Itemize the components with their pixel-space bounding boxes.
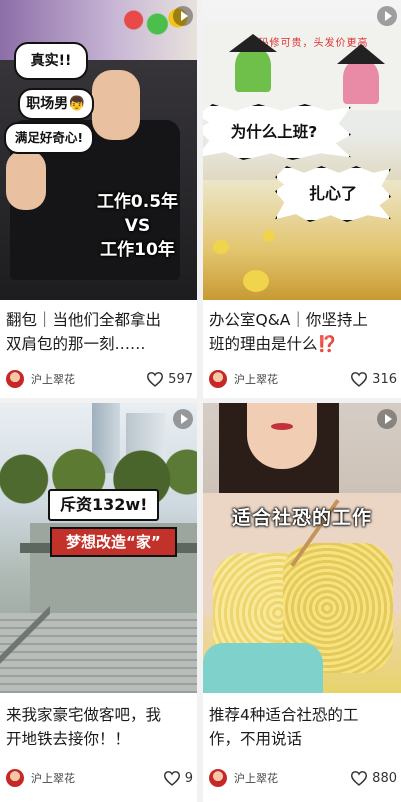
card-thumbnail[interactable]: 真实!! 职场男👦 满足好奇心! 工作0.5年 VS 工作10年	[0, 0, 197, 300]
witch-illustration	[229, 34, 277, 92]
thumbnail-tag: 真实!!	[14, 42, 88, 80]
thumbnail-caption: 适合社恐的工作	[231, 507, 372, 529]
heart-outline-icon	[351, 372, 368, 387]
thumbnail-question-bubble: 为什么上班?	[203, 104, 351, 160]
like-count: 316	[372, 371, 397, 387]
like-count: 9	[184, 770, 193, 786]
feed-card[interactable]: 适合社恐的工作 推荐4种适合社恐的工 作，不用说话 沪上翠花 880	[203, 403, 401, 802]
thumbnail-tag: 职场男👦	[18, 88, 94, 120]
author-name[interactable]: 沪上翠花	[234, 770, 350, 786]
like-count: 597	[168, 371, 193, 387]
feed-card[interactable]: 斥资132w! 梦想改造“家” 来我家豪宅做客吧，我 开地铁去接你！！ 沪上翠花…	[0, 403, 197, 802]
play-icon	[377, 409, 397, 429]
card-meta: 沪上翠花 9	[6, 767, 193, 789]
avatar[interactable]	[6, 370, 24, 388]
author-name[interactable]: 沪上翠花	[31, 770, 163, 786]
witch-illustration	[337, 44, 385, 104]
play-icon	[173, 6, 193, 26]
card-meta: 沪上翠花 316	[209, 368, 397, 390]
heart-outline-icon	[147, 372, 164, 387]
like-button[interactable]: 9	[163, 770, 193, 786]
card-thumbnail[interactable]: 代码修可贵，头发价更高 为什么上班? 扎心了	[203, 0, 401, 300]
feed-card[interactable]: 代码修可贵，头发价更高 为什么上班? 扎心了 办公室Q&A｜你坚持上 班的理由是…	[203, 0, 401, 398]
play-icon	[173, 409, 193, 429]
like-count: 880	[372, 770, 397, 786]
avatar[interactable]	[209, 769, 227, 787]
like-button[interactable]: 597	[146, 371, 193, 387]
card-meta: 沪上翠花 597	[6, 368, 193, 390]
author-name[interactable]: 沪上翠花	[234, 371, 350, 387]
heart-outline-icon	[163, 771, 180, 786]
avatar[interactable]	[209, 370, 227, 388]
card-title[interactable]: 推荐4种适合社恐的工 作，不用说话	[209, 703, 395, 751]
thumbnail-label: 梦想改造“家”	[50, 527, 177, 557]
like-button[interactable]: 880	[350, 770, 397, 786]
heart-outline-icon	[351, 771, 368, 786]
like-button[interactable]: 316	[350, 371, 397, 387]
card-thumbnail[interactable]: 适合社恐的工作	[203, 403, 401, 693]
thumbnail-tag: 满足好奇心!	[4, 122, 94, 154]
card-meta: 沪上翠花 880	[209, 767, 397, 789]
thumbnail-caption: 工作0.5年 VS 工作10年	[96, 192, 179, 260]
card-title[interactable]: 翻包｜当他们全都拿出 双肩包的那一刻……	[6, 308, 191, 356]
thumbnail-answer-bubble: 扎心了	[275, 166, 391, 222]
card-title[interactable]: 来我家豪宅做客吧，我 开地铁去接你！！	[6, 703, 191, 751]
avatar[interactable]	[6, 769, 24, 787]
card-title[interactable]: 办公室Q&A｜你坚持上 班的理由是什么⁉️	[209, 308, 395, 356]
author-name[interactable]: 沪上翠花	[31, 371, 146, 387]
play-icon	[377, 6, 397, 26]
card-thumbnail[interactable]: 斥资132w! 梦想改造“家”	[0, 403, 197, 693]
thumbnail-label: 斥资132w!	[48, 489, 160, 521]
feed-card[interactable]: 真实!! 职场男👦 满足好奇心! 工作0.5年 VS 工作10年 翻包｜当他们全…	[0, 0, 197, 398]
